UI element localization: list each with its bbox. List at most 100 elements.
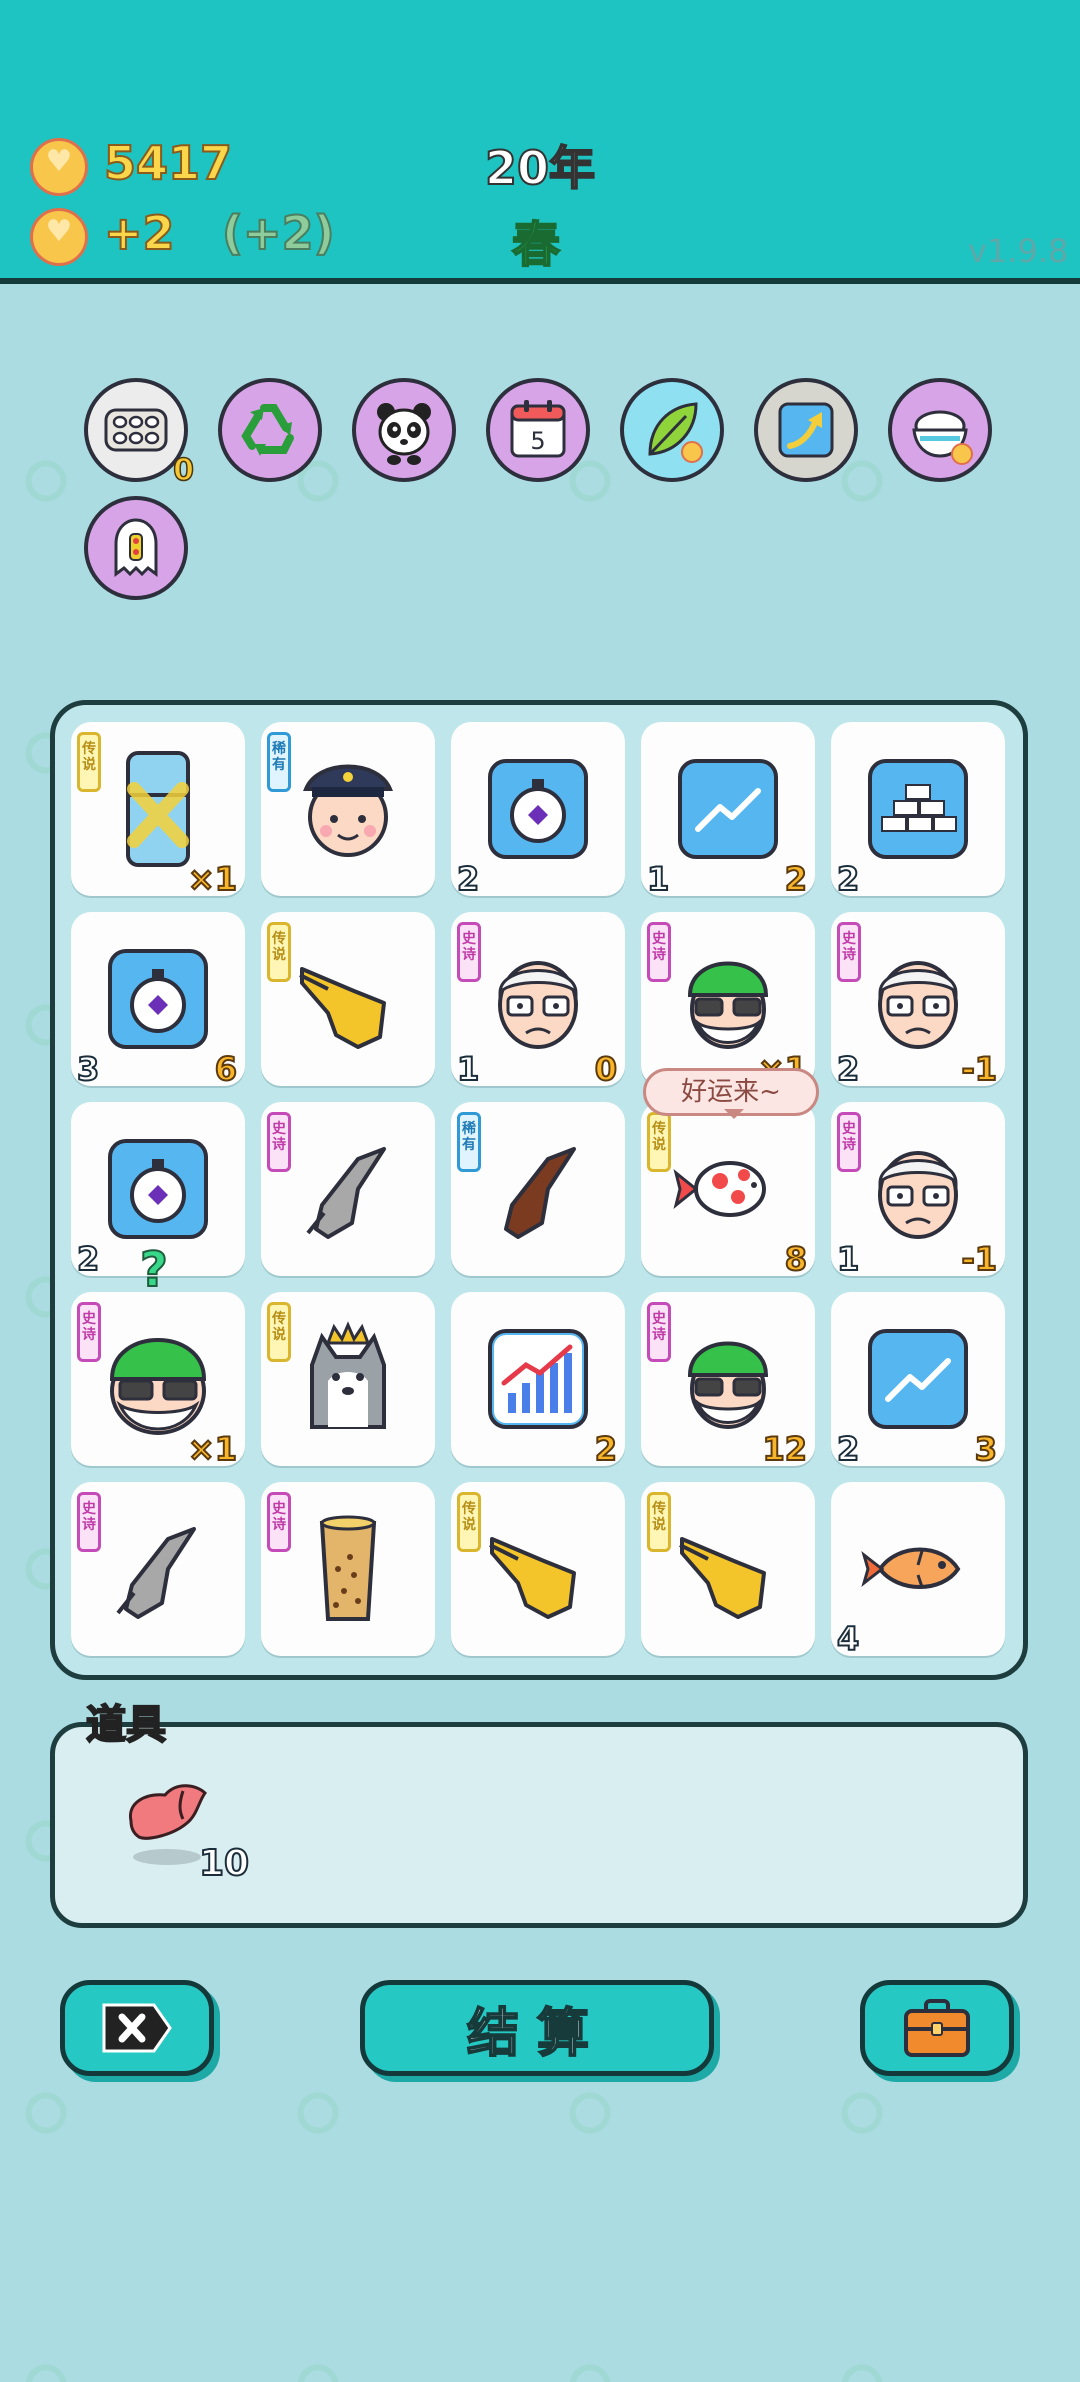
income-value: +2 bbox=[103, 205, 176, 261]
rarity-tag: 史诗 bbox=[267, 1112, 291, 1172]
egg-tray-icon bbox=[104, 408, 168, 452]
old-man-icon bbox=[878, 1151, 958, 1239]
board-cell-stopwatch[interactable]: 2 bbox=[451, 722, 625, 899]
relic-panda[interactable] bbox=[352, 378, 456, 482]
rarity-tag: 传说 bbox=[647, 1492, 671, 1552]
trend-card-icon bbox=[868, 1329, 968, 1429]
rarity-tag: 史诗 bbox=[267, 1492, 291, 1552]
rarity-tag: 史诗 bbox=[77, 1302, 101, 1362]
milk-tea-icon bbox=[319, 1515, 377, 1621]
board-cell-fish[interactable]: 4 bbox=[831, 1482, 1005, 1659]
settle-button[interactable]: 结算 bbox=[360, 1980, 714, 2076]
board-cell-chart-card[interactable]: 2 bbox=[451, 1292, 625, 1469]
board-cell-husky-king[interactable]: 传说 bbox=[261, 1292, 435, 1466]
cell-counter: 2 bbox=[836, 1049, 860, 1089]
version-label: v1.9.8 bbox=[968, 232, 1069, 270]
green-hair-man-icon bbox=[687, 961, 769, 1049]
recycle-icon bbox=[241, 404, 294, 456]
hand-yellow-icon bbox=[489, 1537, 576, 1619]
rarity-tag: 传说 bbox=[457, 1492, 481, 1552]
coin-total: 5417 bbox=[103, 135, 233, 191]
settle-label: 结算 bbox=[466, 2003, 607, 2065]
board-cell-green-hair-man[interactable]: 史诗 12 bbox=[641, 1292, 815, 1469]
board-cell-hand-yellow[interactable]: 传说 bbox=[451, 1482, 625, 1656]
rarity-tag: 稀有 bbox=[457, 1112, 481, 1172]
skip-button[interactable] bbox=[60, 1980, 214, 2076]
panda-icon bbox=[377, 403, 431, 465]
rarity-tag: 史诗 bbox=[647, 1302, 671, 1362]
relic-egg-tray[interactable]: 0 bbox=[84, 378, 195, 489]
relic-leaf[interactable] bbox=[620, 378, 724, 482]
board-cell-hand-gray[interactable]: 史诗 bbox=[261, 1102, 435, 1276]
fridge-icon bbox=[126, 751, 190, 867]
rarity-tag: 史诗 bbox=[77, 1492, 101, 1552]
board-cell-milk-tea[interactable]: 史诗 bbox=[261, 1482, 435, 1656]
relic-calendar[interactable]: 5 bbox=[486, 378, 590, 482]
relic-ghost[interactable] bbox=[84, 496, 188, 600]
tools-label: 道具 bbox=[85, 1701, 167, 1749]
coin-icon bbox=[30, 138, 88, 196]
relic-rice-bowl[interactable] bbox=[888, 378, 992, 482]
rarity-tag: 史诗 bbox=[837, 922, 861, 982]
cell-counter: 2 bbox=[456, 859, 480, 899]
green-hair-man-icon bbox=[687, 1341, 769, 1429]
board-cell-trend-card[interactable]: 23 bbox=[831, 1292, 1005, 1469]
relic-arrow-card[interactable] bbox=[754, 378, 858, 482]
rarity-tag: 传说 bbox=[267, 922, 291, 982]
board-cell-hand-yellow[interactable]: 传说 bbox=[641, 1482, 815, 1656]
income-coin-icon bbox=[30, 208, 88, 266]
gold-bars-icon bbox=[868, 759, 968, 859]
old-man-icon bbox=[498, 961, 578, 1049]
relic-recycle[interactable] bbox=[218, 378, 322, 482]
cell-counter: 3 bbox=[76, 1049, 100, 1089]
cell-value: 6 bbox=[214, 1049, 238, 1089]
board-cell-old-man[interactable]: 史诗 1 -1 bbox=[831, 1102, 1005, 1279]
stopwatch-icon bbox=[488, 759, 588, 859]
chart-card-icon bbox=[488, 1329, 588, 1429]
cell-value: 2 bbox=[784, 859, 808, 899]
board-cell-old-man[interactable]: 史诗 1 0 bbox=[451, 912, 625, 1089]
briefcase-icon bbox=[904, 1999, 970, 2057]
cell-counter: 1 bbox=[646, 859, 670, 899]
board-cell-green-hair-man-big[interactable]: 史诗 ×1 bbox=[71, 1292, 245, 1469]
speech-bubble: 好运来~ bbox=[643, 1068, 819, 1119]
board-cell-hand-yellow[interactable]: 传说 bbox=[261, 912, 435, 1086]
green-hair-man-big-icon bbox=[109, 1338, 207, 1435]
board-cell-hand-brown[interactable]: 稀有 bbox=[451, 1102, 625, 1276]
hand-gray-icon bbox=[306, 1147, 386, 1239]
board-cell-gold-bars[interactable]: 2 bbox=[831, 722, 1005, 899]
board-cell-old-man[interactable]: 史诗 2 -1 bbox=[831, 912, 1005, 1089]
arrow-card-icon bbox=[778, 402, 834, 458]
bag-button[interactable] bbox=[860, 1980, 1014, 2076]
cell-counter: 1 bbox=[456, 1049, 480, 1089]
tools-panel: 10 bbox=[50, 1722, 1028, 1928]
liver-count: 10 bbox=[198, 1842, 250, 1885]
cell-value: 3 bbox=[974, 1429, 998, 1469]
relic-count: 0 bbox=[172, 452, 194, 489]
cell-value: -1 bbox=[960, 1049, 998, 1089]
cell-value: 12 bbox=[761, 1429, 808, 1469]
board-cell-stopwatch[interactable]: 36 bbox=[71, 912, 245, 1089]
rarity-tag: 史诗 bbox=[647, 922, 671, 982]
hand-yellow-icon bbox=[299, 967, 386, 1049]
board-cell-police-head[interactable]: 稀有 bbox=[261, 722, 435, 896]
rarity-tag: 稀有 bbox=[267, 732, 291, 792]
koi-icon bbox=[673, 1161, 766, 1217]
season-label: 春 bbox=[511, 216, 561, 274]
board-cell-fridge[interactable]: 传说 ×1 bbox=[71, 722, 245, 899]
cell-value: 2 bbox=[594, 1429, 618, 1469]
rarity-tag: 史诗 bbox=[457, 922, 481, 982]
board-cell-trend-card[interactable]: 12 bbox=[641, 722, 815, 899]
board-cell-hand-gray[interactable]: 史诗 bbox=[71, 1482, 245, 1656]
rarity-tag: 史诗 bbox=[837, 1112, 861, 1172]
cell-value: 0 bbox=[594, 1049, 618, 1089]
police-head-icon bbox=[303, 764, 393, 857]
cell-counter: 1 bbox=[836, 1239, 860, 1279]
rarity-tag: 传说 bbox=[267, 1302, 291, 1362]
cell-value: -1 bbox=[960, 1239, 998, 1279]
board-cell-green-hair-man[interactable]: 史诗×1 bbox=[641, 912, 815, 1089]
stopwatch-icon bbox=[108, 949, 208, 1049]
hand-gray-icon bbox=[116, 1527, 196, 1619]
cell-counter: 2 bbox=[836, 1429, 860, 1469]
income-bonus: (+2) bbox=[221, 205, 336, 261]
